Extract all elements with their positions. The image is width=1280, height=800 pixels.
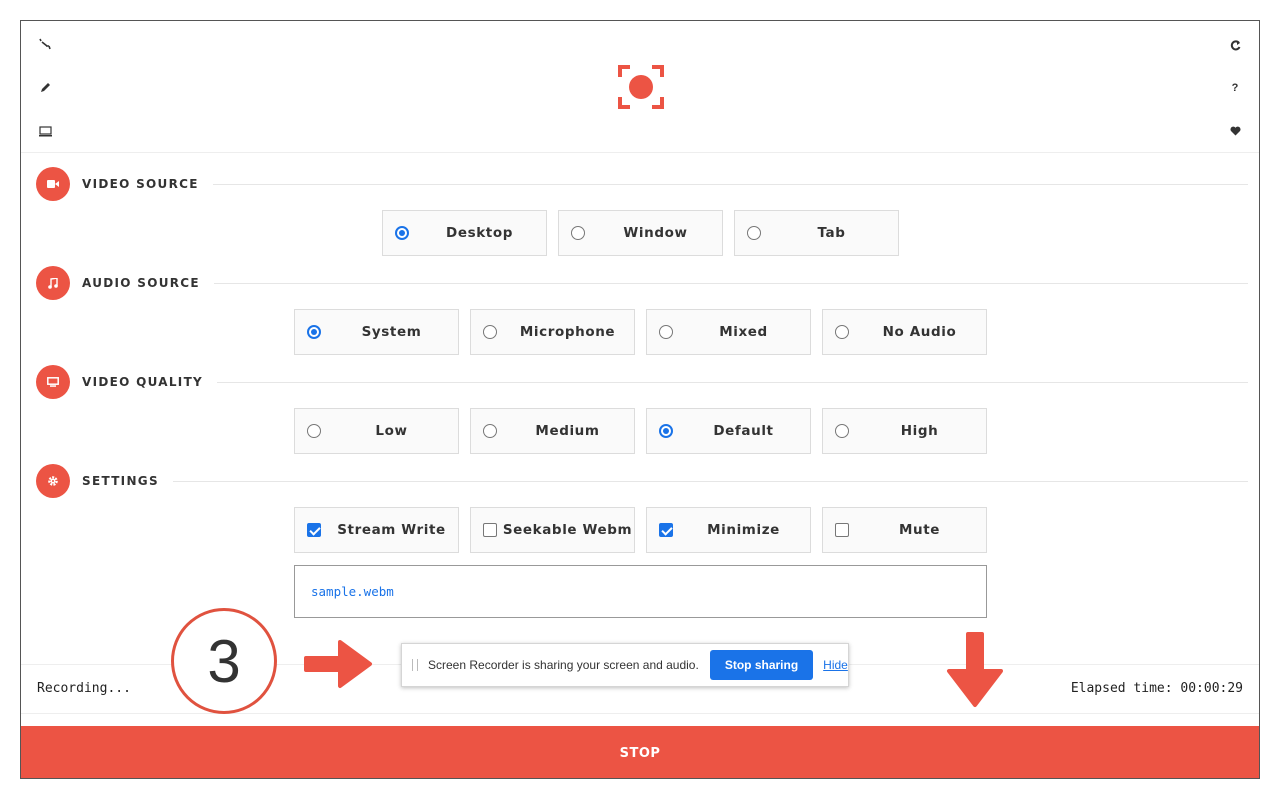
option-medium[interactable]: Medium: [470, 408, 635, 454]
option-default[interactable]: Default: [646, 408, 811, 454]
option-stream-write[interactable]: Stream Write: [294, 507, 459, 553]
stop-sharing-button[interactable]: Stop sharing: [709, 650, 814, 680]
sharing-message: Screen Recorder is sharing your screen a…: [428, 658, 699, 672]
section-divider: [212, 183, 1248, 185]
radio-default[interactable]: [659, 424, 673, 438]
option-mute[interactable]: Mute: [822, 507, 987, 553]
app-logo: [618, 65, 664, 109]
option-mixed[interactable]: Mixed: [646, 309, 811, 355]
arrow-right-icon: [304, 640, 372, 688]
section-video-quality: VIDEO QUALITY: [36, 364, 1248, 400]
radio-medium[interactable]: [483, 424, 497, 438]
pencil-icon[interactable]: [37, 80, 53, 96]
screen-sharing-bar: Screen Recorder is sharing your screen a…: [401, 643, 849, 687]
option-label: Tab: [817, 225, 846, 241]
option-low[interactable]: Low: [294, 408, 459, 454]
option-label: Desktop: [446, 225, 513, 241]
radio-window[interactable]: [571, 226, 585, 240]
section-title: SETTINGS: [82, 474, 159, 488]
elapsed-time: Elapsed time: 00:00:29: [1070, 681, 1243, 696]
video-camera-icon: [36, 167, 70, 201]
music-note-icon: [36, 266, 70, 300]
option-microphone[interactable]: Microphone: [470, 309, 635, 355]
checkbox-seekable-webm[interactable]: [483, 523, 497, 537]
filename-input[interactable]: sample.webm: [294, 565, 987, 618]
heart-icon[interactable]: [1227, 123, 1243, 139]
option-seekable-webm[interactable]: Seekable Webm: [470, 507, 635, 553]
refresh-icon[interactable]: [1227, 37, 1243, 53]
option-label: Stream Write: [337, 522, 446, 538]
option-label: High: [900, 423, 939, 439]
display-icon: [36, 365, 70, 399]
option-label: Default: [713, 423, 774, 439]
radio-desktop[interactable]: [395, 226, 409, 240]
hide-link[interactable]: Hide: [823, 658, 848, 672]
section-title: VIDEO SOURCE: [82, 177, 199, 191]
header-divider: [21, 152, 1259, 153]
monitor-icon[interactable]: [37, 123, 53, 139]
section-divider: [217, 381, 1248, 383]
option-label: No Audio: [882, 324, 957, 340]
section-video-source: VIDEO SOURCE: [36, 166, 1248, 202]
option-system[interactable]: System: [294, 309, 459, 355]
gear-icon: [36, 464, 70, 498]
crop-icon[interactable]: [37, 37, 53, 53]
status-divider-bottom: [21, 713, 1259, 714]
section-audio-source: AUDIO SOURCE: [36, 265, 1248, 301]
radio-microphone[interactable]: [483, 325, 497, 339]
option-label: Mixed: [719, 324, 768, 340]
option-tab[interactable]: Tab: [734, 210, 899, 256]
arrow-down-icon: [947, 632, 1003, 707]
section-title: AUDIO SOURCE: [82, 276, 200, 290]
radio-low[interactable]: [307, 424, 321, 438]
option-label: Low: [375, 423, 408, 439]
radio-high[interactable]: [835, 424, 849, 438]
option-label: Mute: [898, 522, 941, 538]
section-divider: [172, 480, 1248, 482]
option-label: System: [361, 324, 422, 340]
option-high[interactable]: High: [822, 408, 987, 454]
option-label: Seekable Webm: [502, 522, 633, 538]
option-no-audio[interactable]: No Audio: [822, 309, 987, 355]
stop-button[interactable]: STOP: [21, 726, 1259, 778]
radio-tab[interactable]: [747, 226, 761, 240]
checkbox-mute[interactable]: [835, 523, 849, 537]
step-number-badge: 3: [171, 608, 277, 714]
option-minimize[interactable]: Minimize: [646, 507, 811, 553]
recording-status: Recording...: [37, 681, 131, 696]
option-label: Window: [623, 225, 688, 241]
drag-handle-icon[interactable]: [412, 659, 418, 671]
option-window[interactable]: Window: [558, 210, 723, 256]
help-icon[interactable]: ?: [1227, 80, 1243, 96]
section-divider: [213, 282, 1248, 284]
radio-no-audio[interactable]: [835, 325, 849, 339]
radio-system[interactable]: [307, 325, 321, 339]
option-label: Medium: [535, 423, 600, 439]
option-label: Microphone: [519, 324, 616, 340]
section-settings: SETTINGS: [36, 463, 1248, 499]
option-desktop[interactable]: Desktop: [382, 210, 547, 256]
option-label: Minimize: [707, 522, 780, 538]
radio-mixed[interactable]: [659, 325, 673, 339]
checkbox-minimize[interactable]: [659, 523, 673, 537]
checkbox-stream-write[interactable]: [307, 523, 321, 537]
section-title: VIDEO QUALITY: [82, 375, 204, 389]
